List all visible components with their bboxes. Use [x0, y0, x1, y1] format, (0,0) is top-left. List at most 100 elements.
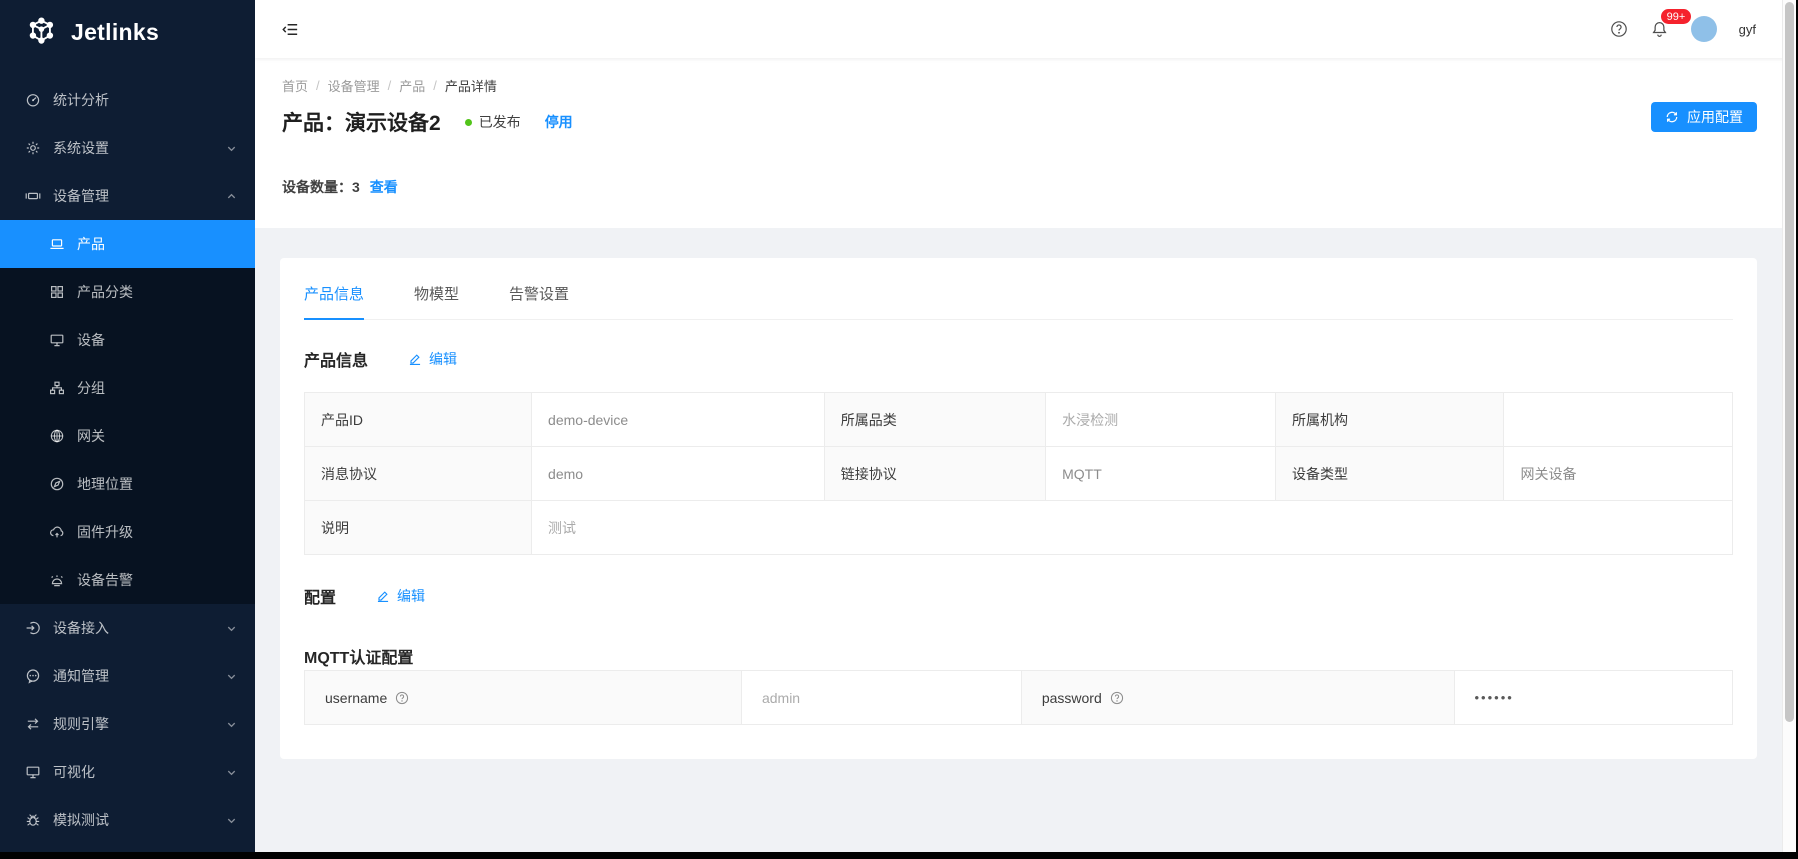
sidebar-item-label: 地理位置 — [77, 474, 237, 494]
username-label-cell: username — [305, 671, 742, 725]
edit-pencil-icon — [376, 589, 390, 603]
sidebar-item-label: 模拟测试 — [53, 810, 226, 830]
table-row: 产品ID demo-device 所属品类 水浸检测 所属机构 — [305, 393, 1733, 447]
login-icon — [24, 620, 41, 637]
bug-icon — [24, 812, 41, 829]
product-info-section-header: 产品信息 编辑 — [304, 347, 1733, 371]
breadcrumb-home[interactable]: 首页 — [282, 76, 308, 95]
chevron-down-icon — [226, 623, 237, 634]
topbar-right-cluster: 99+ gyf — [1610, 16, 1770, 42]
tab-thing-model[interactable]: 物模型 — [414, 283, 459, 319]
sidebar-nav: 统计分析 系统设置 设备管理 产品 — [0, 76, 255, 844]
chevron-down-icon — [226, 719, 237, 730]
sidebar-item-product-category[interactable]: 产品分类 — [0, 268, 255, 316]
device-count-row: 设备数量： 3 查看 — [282, 177, 1773, 197]
breadcrumb-product[interactable]: 产品 — [399, 76, 425, 95]
menu-fold-icon[interactable] — [281, 20, 300, 39]
sidebar-item-label: 设备管理 — [53, 186, 226, 206]
sidebar-item-group[interactable]: 分组 — [0, 364, 255, 412]
device-count-label: 设备数量： — [282, 177, 352, 197]
monitor-icon — [48, 332, 65, 349]
view-devices-link[interactable]: 查看 — [370, 177, 398, 197]
chevron-down-icon — [226, 767, 237, 778]
description-value: 测试 — [532, 501, 1733, 555]
alarm-bell-icon — [48, 572, 65, 589]
appstore-icon — [48, 284, 65, 301]
jetlinks-cube-logo-icon — [22, 15, 58, 49]
notification-bell-icon[interactable]: 99+ — [1650, 20, 1669, 39]
tab-product-info[interactable]: 产品信息 — [304, 283, 364, 320]
sidebar-item-gateway[interactable]: 网关 — [0, 412, 255, 460]
vertical-scrollbar[interactable] — [1782, 0, 1796, 853]
help-icon[interactable] — [1610, 20, 1628, 38]
sidebar-item-label: 设备接入 — [53, 618, 226, 638]
sidebar-item-geo-location[interactable]: 地理位置 — [0, 460, 255, 508]
tab-alarm-settings[interactable]: 告警设置 — [509, 283, 569, 319]
sidebar-item-system-settings[interactable]: 系统设置 — [0, 124, 255, 172]
sidebar-item-firmware-upgrade[interactable]: 固件升级 — [0, 508, 255, 556]
sidebar-item-label: 可视化 — [53, 762, 226, 782]
product-info-table: 产品ID demo-device 所属品类 水浸检测 所属机构 消息协议 dem… — [304, 392, 1733, 555]
scrollbar-thumb[interactable] — [1785, 2, 1794, 722]
sidebar-item-product[interactable]: 产品 — [0, 220, 255, 268]
table-row: 消息协议 demo 链接协议 MQTT 设备类型 网关设备 — [305, 447, 1733, 501]
apply-config-button[interactable]: 应用配置 — [1651, 102, 1757, 132]
table-row: 说明 测试 — [305, 501, 1733, 555]
sidebar-item-rule-engine[interactable]: 规则引擎 — [0, 700, 255, 748]
mqtt-auth-config-table: username admin password •••••• — [304, 670, 1733, 725]
device-type-value: 网关设备 — [1504, 447, 1733, 501]
avatar[interactable] — [1691, 16, 1717, 42]
sidebar-item-label: 网关 — [77, 426, 237, 446]
breadcrumb-separator: / — [433, 78, 437, 93]
sync-icon — [1665, 110, 1679, 124]
username-label: username — [325, 690, 387, 706]
published-status-label: 已发布 — [479, 112, 521, 132]
page-header: 首页 / 设备管理 / 产品 / 产品详情 产品：演示设备2 已发布 停用 应用… — [255, 58, 1798, 228]
sidebar-item-label: 系统设置 — [53, 138, 226, 158]
username-label[interactable]: gyf — [1739, 22, 1756, 37]
sidebar-item-label: 通知管理 — [53, 666, 226, 686]
breadcrumb-separator: / — [316, 78, 320, 93]
logo-text: Jetlinks — [71, 19, 159, 46]
description-label: 说明 — [305, 501, 532, 555]
sidebar-item-device-alarm[interactable]: 设备告警 — [0, 556, 255, 604]
disable-link[interactable]: 停用 — [545, 112, 573, 132]
password-help-icon[interactable] — [1110, 691, 1124, 705]
edit-config-link[interactable]: 编辑 — [376, 586, 425, 606]
tabs: 产品信息 物模型 告警设置 — [304, 258, 1733, 320]
chevron-down-icon — [226, 143, 237, 154]
sidebar-item-notification-management[interactable]: 通知管理 — [0, 652, 255, 700]
message-icon — [24, 668, 41, 685]
breadcrumb-product-detail: 产品详情 — [445, 76, 497, 95]
message-protocol-label: 消息协议 — [305, 447, 532, 501]
product-id-label: 产品ID — [305, 393, 532, 447]
breadcrumb-separator: / — [388, 78, 392, 93]
cloud-upload-icon — [48, 524, 65, 541]
sidebar-item-label: 固件升级 — [77, 522, 237, 542]
topbar: 99+ gyf — [255, 0, 1798, 58]
logo[interactable]: Jetlinks — [0, 0, 255, 52]
sidebar-item-statistics[interactable]: 统计分析 — [0, 76, 255, 124]
device-management-submenu: 产品 产品分类 设备 分组 — [0, 220, 255, 604]
sidebar-item-visualization[interactable]: 可视化 — [0, 748, 255, 796]
edit-product-info-link[interactable]: 编辑 — [408, 349, 457, 369]
sidebar-item-label: 分组 — [77, 378, 237, 398]
sidebar-item-simulation-test[interactable]: 模拟测试 — [0, 796, 255, 844]
organization-value — [1504, 393, 1733, 447]
published-status-dot — [465, 119, 472, 126]
page-title: 产品：演示设备2 — [282, 107, 441, 137]
sidebar-item-device-management[interactable]: 设备管理 — [0, 172, 255, 220]
sidebar-item-device-access[interactable]: 设备接入 — [0, 604, 255, 652]
mqtt-auth-config-title: MQTT认证配置 — [304, 644, 1733, 668]
device-type-label: 设备类型 — [1276, 447, 1504, 501]
username-help-icon[interactable] — [395, 691, 409, 705]
sidebar-item-label: 统计分析 — [53, 90, 237, 110]
breadcrumb-device-management[interactable]: 设备管理 — [328, 76, 380, 95]
compass-icon — [48, 476, 65, 493]
swap-arrows-icon — [24, 716, 41, 733]
sidebar-item-device[interactable]: 设备 — [0, 316, 255, 364]
chevron-down-icon — [226, 815, 237, 826]
status-badge: 已发布 — [465, 112, 521, 132]
title-row: 产品：演示设备2 已发布 停用 — [282, 107, 1773, 137]
username-value: admin — [741, 671, 1021, 725]
